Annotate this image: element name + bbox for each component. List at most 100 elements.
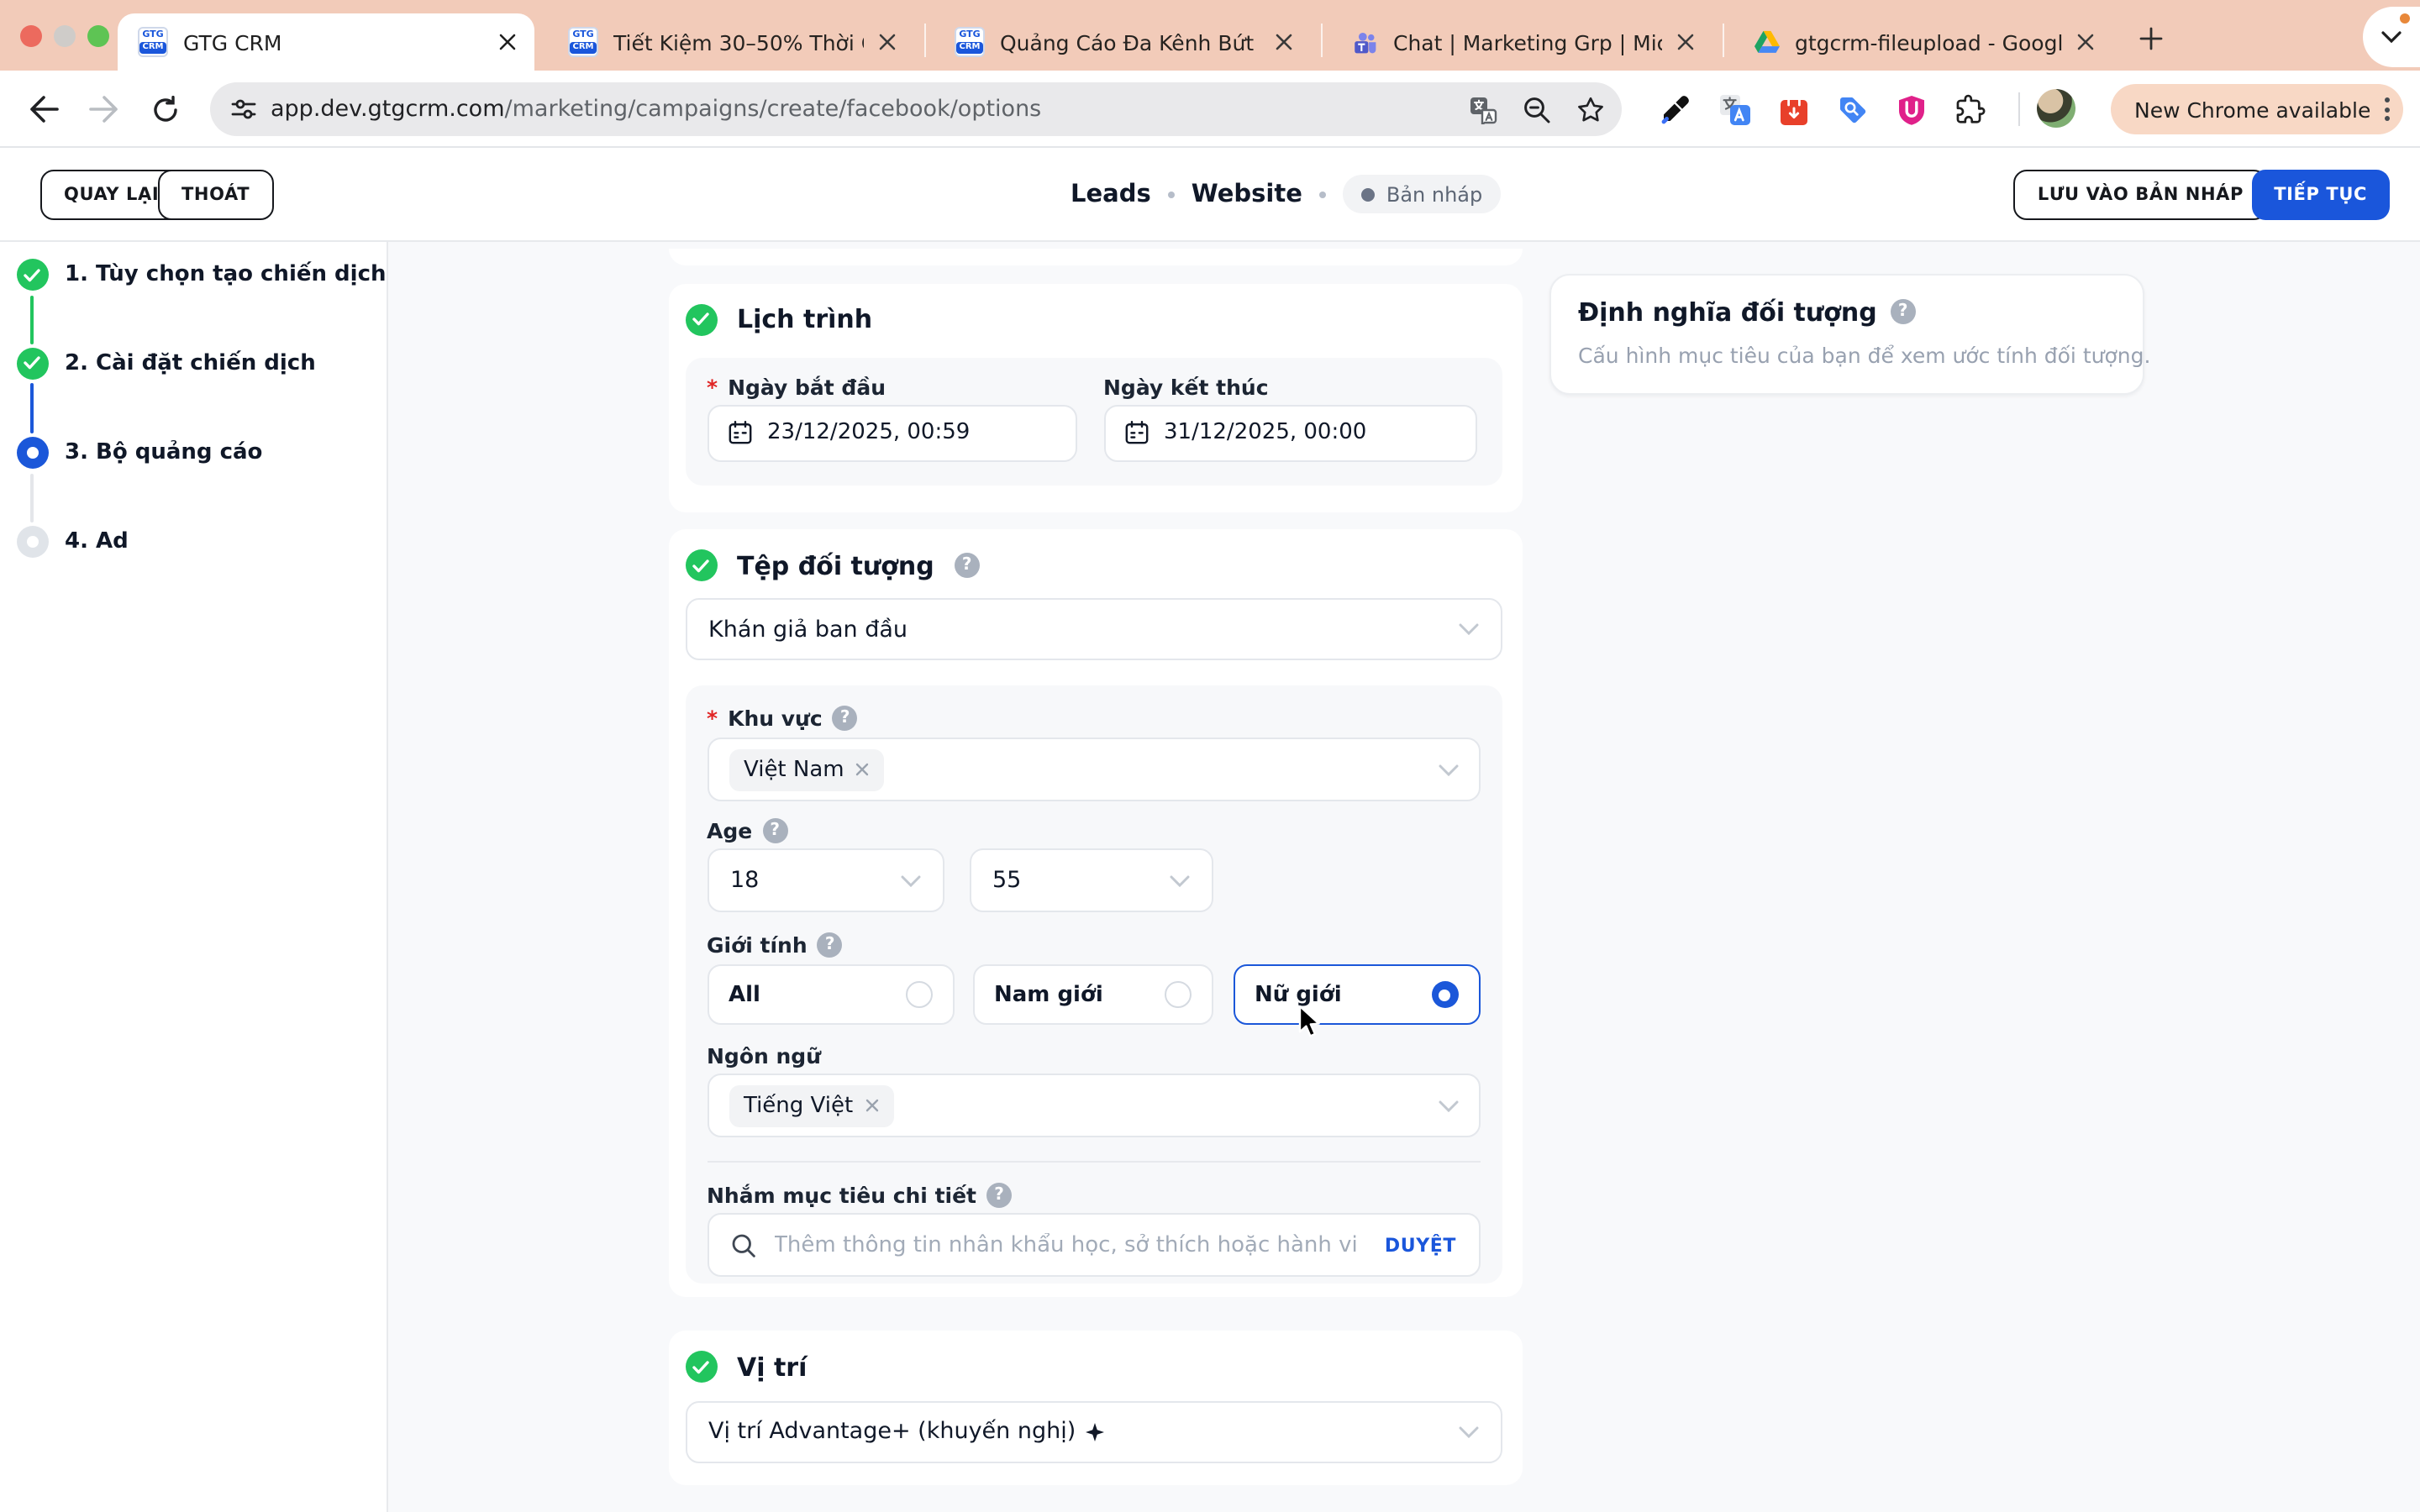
exit-button[interactable]: THOÁT xyxy=(158,170,274,220)
u-shield-extension-icon[interactable] xyxy=(1892,91,1929,128)
color-picker-extension-icon[interactable] xyxy=(1657,91,1694,128)
gender-option-female[interactable]: Nữ giới xyxy=(1233,964,1480,1025)
check-circle-icon xyxy=(685,1351,717,1383)
step-campaign-settings[interactable]: 2. Cài đặt chiến dịch xyxy=(16,347,316,379)
back-icon[interactable] xyxy=(24,89,64,129)
ms-teams-icon xyxy=(1351,29,1378,55)
bookmark-star-icon[interactable] xyxy=(1568,87,1612,131)
translate-page-icon[interactable] xyxy=(1460,87,1504,131)
tab-title: Quảng Cáo Đa Kênh Bứt Phá xyxy=(1000,29,1260,55)
tab-gtg-crm[interactable]: GTG CRM GTG CRM xyxy=(118,13,534,71)
shopping-bag-extension-icon[interactable] xyxy=(1775,91,1812,128)
gender-option-label: Nữ giới xyxy=(1255,982,1342,1007)
url-host: app.dev.gtgcrm.com xyxy=(271,96,505,123)
gender-option-all[interactable]: All xyxy=(707,964,954,1025)
language-select[interactable]: Tiếng Việt xyxy=(707,1074,1480,1137)
chrome-update-chip[interactable]: New Chrome available xyxy=(2111,84,2403,134)
radio-unchecked-icon[interactable] xyxy=(1164,981,1191,1008)
close-tab-icon[interactable] xyxy=(2072,29,2099,55)
help-icon[interactable] xyxy=(832,706,858,731)
chevron-down-icon xyxy=(1459,1426,1479,1438)
browse-link[interactable]: DUYỆT xyxy=(1385,1234,1456,1256)
tab-title: gtgcrm-fileupload - Google D xyxy=(1795,29,2062,55)
help-icon[interactable] xyxy=(1890,299,1916,324)
site-settings-icon[interactable] xyxy=(230,96,257,123)
chevron-down-icon xyxy=(1438,764,1458,775)
help-icon[interactable] xyxy=(986,1183,1013,1208)
help-icon[interactable] xyxy=(817,932,843,958)
forward-icon[interactable] xyxy=(84,89,124,129)
stepper-sidebar: 1. Tùy chọn tạo chiến dịch 2. Cài đặt ch… xyxy=(0,241,388,1512)
more-menu-icon[interactable] xyxy=(2384,97,2390,121)
close-tab-icon[interactable] xyxy=(1270,29,1297,55)
search-icon xyxy=(731,1233,755,1257)
audience-preset-select[interactable]: Khán giả ban đầu xyxy=(685,598,1502,660)
gender-label: Giới tính xyxy=(707,932,843,958)
close-tab-icon[interactable] xyxy=(874,29,901,55)
close-tab-icon[interactable] xyxy=(494,29,521,55)
tab-divider xyxy=(924,24,926,57)
new-tab-button[interactable] xyxy=(2131,18,2171,59)
required-asterisk: * xyxy=(707,374,718,399)
radio-unchecked-icon[interactable] xyxy=(905,981,932,1008)
continue-button[interactable]: TIẾP TỤC xyxy=(2252,170,2389,220)
zoom-icon[interactable] xyxy=(1514,87,1558,131)
minimize-window-button[interactable] xyxy=(54,24,76,46)
step-ad-set[interactable]: 3. Bộ quảng cáo xyxy=(16,437,262,469)
step-ad[interactable]: 4. Ad xyxy=(16,525,129,557)
tab-teams-chat[interactable]: Chat | Marketing Grp | Micros xyxy=(1331,13,1712,71)
placement-select[interactable]: Vị trí Advantage+ (khuyến nghị) xyxy=(685,1400,1502,1463)
age-max-select[interactable]: 55 xyxy=(969,848,1213,912)
age-max-value: 55 xyxy=(992,867,1022,894)
close-tab-icon[interactable] xyxy=(1672,29,1699,55)
page-content: 1. Tùy chọn tạo chiến dịch 2. Cài đặt ch… xyxy=(0,241,2420,1512)
end-date-label: Ngày kết thúc xyxy=(1103,374,1269,399)
start-date-input[interactable]: 23/12/2025, 00:59 xyxy=(707,404,1076,461)
help-icon[interactable] xyxy=(954,553,980,578)
status-badge: Bản nháp xyxy=(1342,175,1502,213)
breadcrumb-separator xyxy=(1167,191,1175,197)
reload-icon[interactable] xyxy=(145,89,185,129)
tab-google-drive[interactable]: gtgcrm-fileupload - Google D xyxy=(1733,13,2112,71)
tab-divider xyxy=(1723,24,1724,57)
region-label: * Khu vực xyxy=(707,706,858,731)
save-draft-button[interactable]: LƯU VÀO BẢN NHÁP xyxy=(2013,170,2267,220)
tab-search-button[interactable] xyxy=(2363,7,2420,67)
maximize-window-button[interactable] xyxy=(87,24,109,46)
close-window-button[interactable] xyxy=(20,24,42,46)
gender-option-label: All xyxy=(729,982,760,1007)
audience-definition-card: Định nghĩa đối tượng Cấu hình mục tiêu c… xyxy=(1549,273,2150,395)
remove-tag-icon[interactable] xyxy=(856,763,870,776)
region-select[interactable]: Việt Nam xyxy=(707,738,1480,801)
gender-option-male[interactable]: Nam giới xyxy=(972,964,1213,1025)
tab-title: Chat | Marketing Grp | Micros xyxy=(1393,29,1662,55)
detailed-targeting-input[interactable] xyxy=(771,1231,1370,1259)
step-campaign-options[interactable]: 1. Tùy chọn tạo chiến dịch xyxy=(16,259,387,291)
browser-window: GTG CRM GTG CRM GTG CRM Tiết Kiệm 30–50% T… xyxy=(0,0,2420,1512)
tab-quang-cao[interactable]: GTGCRM Quảng Cáo Đa Kênh Bứt Phá xyxy=(934,13,1311,71)
region-tag: Việt Nam xyxy=(729,748,885,790)
toolbar: app.dev.gtgcrm.com/marketing/campaigns/c… xyxy=(0,71,2420,148)
placement-value: Vị trí Advantage+ (khuyến nghị) xyxy=(708,1418,1076,1446)
step-label: 2. Cài đặt chiến dịch xyxy=(65,350,316,375)
help-icon[interactable] xyxy=(762,818,788,843)
remove-tag-icon[interactable] xyxy=(865,1099,878,1112)
price-tag-extension-icon[interactable] xyxy=(1833,91,1870,128)
url-text[interactable]: app.dev.gtgcrm.com/marketing/campaigns/c… xyxy=(271,96,1041,123)
audience-definition-title: Định nghĩa đối tượng xyxy=(1578,297,1916,327)
radio-checked-icon[interactable] xyxy=(1431,981,1458,1008)
google-translate-extension-icon[interactable] xyxy=(1716,91,1753,128)
breadcrumb-leads: Leads xyxy=(1071,181,1151,207)
tab-tiet-kiem[interactable]: GTGCRM Tiết Kiệm 30–50% Thời Gian xyxy=(548,13,914,71)
detailed-targeting-search[interactable]: DUYỆT xyxy=(707,1213,1480,1277)
extensions-puzzle-icon[interactable] xyxy=(1951,91,1988,128)
age-min-select[interactable]: 18 xyxy=(707,848,944,912)
section-title: Tệp đối tượng xyxy=(737,550,934,580)
age-label: Age xyxy=(707,818,788,843)
url-path: /marketing/campaigns/create/facebook/opt… xyxy=(504,96,1042,123)
address-bar[interactable]: app.dev.gtgcrm.com/marketing/campaigns/c… xyxy=(210,82,1622,136)
end-date-input[interactable]: 31/12/2025, 00:00 xyxy=(1103,404,1476,461)
breadcrumb-separator xyxy=(1318,191,1326,197)
profile-avatar[interactable] xyxy=(2037,89,2075,128)
chrome-update-label: New Chrome available xyxy=(2134,97,2371,122)
